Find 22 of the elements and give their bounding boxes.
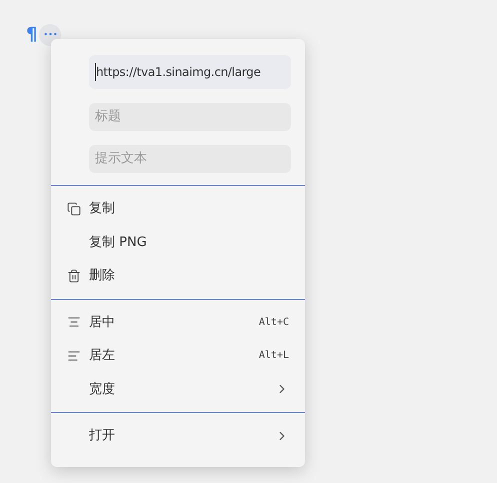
menu-item[interactable]: 居中 Alt+C (51, 306, 305, 339)
menu-item[interactable]: 打开 (51, 419, 305, 452)
url-field[interactable]: https://tva1.sinaimg.cn/large (89, 55, 291, 89)
menu-item[interactable]: 删除 (51, 259, 305, 292)
copy-icon (67, 202, 81, 216)
menu-item[interactable]: 复制 (51, 192, 305, 226)
shortcut-text: Alt+L (258, 349, 289, 364)
menu-item-label: 居中 (89, 314, 115, 332)
menu-item[interactable]: 宽度 (51, 372, 305, 406)
menu-item-label: 打开 (89, 427, 115, 445)
menu-item[interactable]: 复制 PNG (51, 226, 305, 259)
menu-item-label: 复制 (89, 200, 115, 218)
paragraph-mark: ¶ (26, 26, 38, 44)
align-center-icon (67, 315, 81, 330)
menu-item-label: 复制 PNG (89, 234, 147, 252)
menu-item[interactable]: 居左 Alt+L (51, 339, 305, 372)
align-left-icon (67, 348, 81, 363)
menu-item-label: 居左 (89, 347, 115, 365)
shortcut-text: Alt+C (258, 316, 289, 330)
menu-item-label: 删除 (89, 267, 115, 285)
menu-item-label: 宽度 (89, 380, 115, 398)
trash-icon (67, 268, 81, 283)
